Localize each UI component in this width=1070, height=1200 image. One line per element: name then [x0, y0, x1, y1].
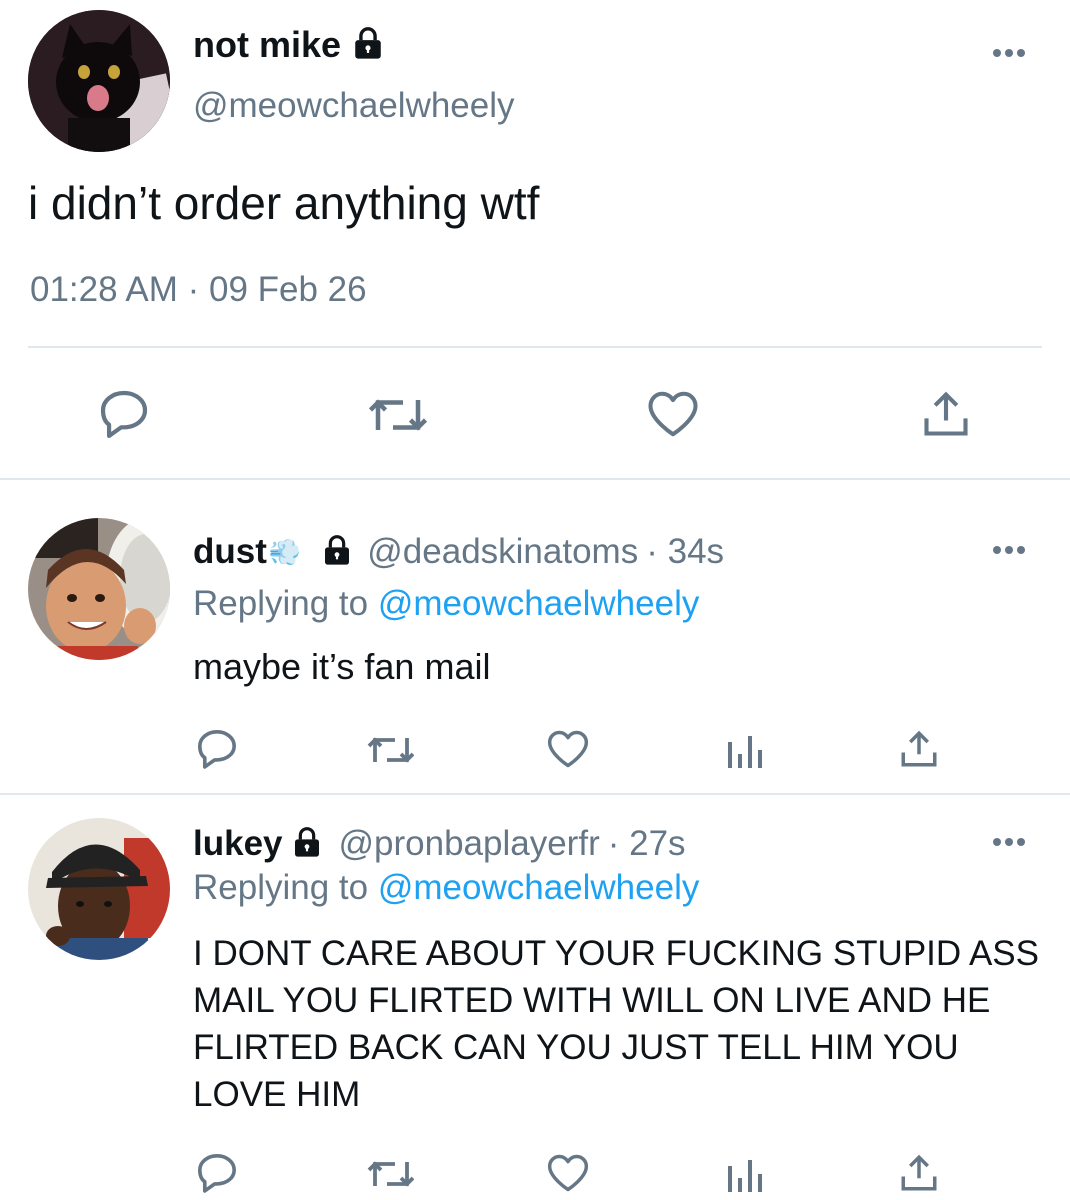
like-icon[interactable] [546, 1152, 590, 1194]
more-icon[interactable] [993, 546, 1025, 554]
analytics-icon[interactable] [724, 1154, 764, 1194]
timestamp[interactable]: 01:28 AM · 09 Feb 26 [30, 270, 367, 310]
tweet-text: i didn’t order anything wtf [28, 177, 540, 229]
retweet-icon[interactable] [364, 730, 418, 770]
relative-time[interactable]: · 34s [646, 532, 724, 572]
tweet-text: maybe it’s fan mail [193, 646, 491, 687]
reply-icon[interactable] [194, 1152, 240, 1194]
handle[interactable]: @deadskinatoms [367, 532, 638, 572]
name-emoji: 💨 [268, 536, 302, 567]
share-icon[interactable] [898, 1152, 940, 1194]
analytics-icon[interactable] [724, 730, 764, 770]
replying-to-label: Replying to [193, 868, 369, 907]
avatar[interactable] [28, 818, 170, 960]
more-icon[interactable] [993, 838, 1025, 846]
more-icon[interactable] [993, 49, 1025, 57]
avatar[interactable] [28, 10, 170, 152]
handle[interactable]: @meowchaelwheely [193, 86, 515, 126]
divider [0, 793, 1070, 795]
retweet-icon[interactable] [365, 390, 431, 440]
like-icon[interactable] [646, 388, 700, 440]
display-name[interactable]: dust [193, 532, 267, 572]
divider [28, 346, 1042, 348]
reply-icon[interactable] [194, 728, 240, 770]
like-icon[interactable] [546, 728, 590, 770]
lock-icon [351, 26, 385, 65]
relative-time[interactable]: · 27s [608, 824, 686, 864]
avatar[interactable] [28, 518, 170, 660]
lock-icon [321, 534, 353, 571]
display-name[interactable]: lukey [193, 824, 283, 864]
replying-to-label: Replying to [193, 584, 369, 623]
retweet-icon[interactable] [364, 1154, 418, 1194]
replying-to-link[interactable]: @meowchaelwheely [378, 868, 700, 907]
divider [0, 478, 1070, 480]
display-name[interactable]: not mike [193, 24, 341, 66]
replying-to-link[interactable]: @meowchaelwheely [378, 584, 700, 623]
lock-icon [291, 826, 323, 863]
reply-icon[interactable] [96, 388, 152, 440]
handle[interactable]: @pronbaplayerfr [339, 824, 600, 864]
share-icon[interactable] [898, 728, 940, 770]
share-icon[interactable] [920, 388, 972, 440]
tweet-text: I DONT CARE ABOUT YOUR FUCKING STUPID AS… [193, 934, 1039, 1114]
